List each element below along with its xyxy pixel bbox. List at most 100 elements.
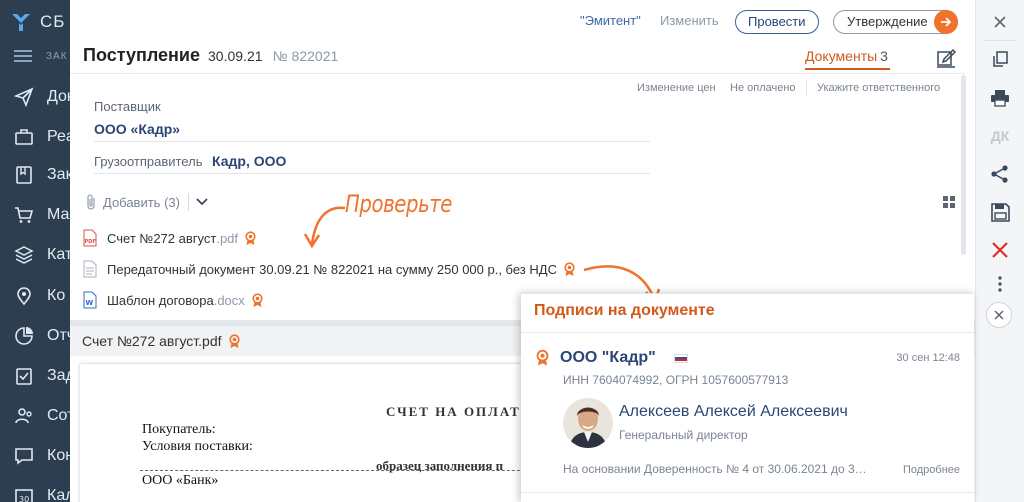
edit-document-icon[interactable] [935, 46, 957, 68]
signature-time: 30 сен 12:48 [896, 352, 960, 364]
org-requisites: ИНН 7604074992, ОГРН 1057600577913 [563, 373, 789, 387]
people-icon [14, 406, 34, 426]
meta-divider [806, 80, 807, 96]
divider [140, 470, 540, 471]
tab-underline [805, 68, 890, 70]
attachment-item[interactable]: Передаточный документ 30.09.21 № 822021 … [82, 260, 576, 278]
preview-title: Счет №272 август.pdf [82, 333, 241, 349]
sidebar-menu-toggle[interactable]: ЗАК [14, 50, 68, 62]
hamburger-icon [14, 50, 32, 62]
layers-icon [14, 245, 34, 265]
copy-icon[interactable] [988, 47, 1012, 71]
terms-line: Условия поставки: [142, 439, 253, 454]
price-change-link[interactable]: Изменение цен [637, 82, 716, 94]
chat-icon [14, 446, 34, 466]
save-icon[interactable] [988, 200, 1012, 224]
preview-title-text: Счет №272 август.pdf [82, 333, 222, 349]
sidebar-item-calendar[interactable]: 30 Кал [14, 483, 70, 502]
attachment-name: Шаблон договора [107, 292, 214, 308]
document-header: Поступление 30.09.21 № 822021 [83, 45, 338, 66]
signature-ribbon-icon[interactable] [251, 292, 264, 308]
sidebar-item-contractors[interactable]: Ко [14, 283, 65, 309]
right-toolbar: ДК [975, 0, 1024, 502]
signatures-popup: Подписи на документе ООО "Кадр" 30 сен 1… [521, 293, 974, 502]
arrow-right-icon [934, 10, 958, 34]
invoice-title: СЧЕТ НА ОПЛАТУ [386, 404, 533, 419]
attachment-item[interactable]: W Шаблон договора .docx [82, 291, 264, 309]
header-divider [70, 73, 965, 74]
close-icon[interactable] [988, 10, 1012, 34]
print-icon[interactable] [988, 86, 1012, 110]
attachment-name: Счет №272 август [107, 230, 217, 246]
russia-flag-icon [673, 353, 688, 363]
payment-status[interactable]: Не оплачено [730, 82, 796, 94]
signature-ribbon-icon[interactable] [244, 230, 257, 246]
org-name[interactable]: ООО "Кадр" [560, 349, 656, 367]
tab-documents-label: Документы [805, 48, 878, 64]
sidebar-item-reports[interactable]: Отч [14, 323, 70, 349]
change-link[interactable]: Изменить [660, 13, 719, 28]
sidebar-item-contacts[interactable]: Кон [14, 443, 70, 469]
sidebar-item-label: Зад [47, 367, 70, 384]
signature-ribbon-icon[interactable] [228, 333, 241, 349]
sidebar-item-purchases[interactable]: Зак [14, 162, 70, 188]
chevron-down-icon[interactable] [195, 197, 209, 207]
more-details-link[interactable]: Подробнее [903, 464, 960, 476]
popup-close-button[interactable] [986, 302, 1012, 328]
divider [984, 40, 1016, 41]
sample-line: образец заполнения п [376, 458, 504, 473]
sidebar-item-catalog[interactable]: Кат [14, 242, 70, 268]
sidebar-item-label: Реа [47, 128, 70, 145]
approval-label: Утверждение [847, 14, 928, 29]
sidebar-item-staff[interactable]: Сот [14, 403, 70, 429]
divider [521, 492, 974, 493]
sidebar-item-sales[interactable]: Реа [14, 124, 70, 150]
sidebar-item-tasks[interactable]: Зад [14, 363, 70, 389]
approval-button[interactable]: Утверждение [833, 10, 958, 34]
delete-icon[interactable] [988, 238, 1012, 262]
document-date: 30.09.21 [208, 48, 263, 64]
task-icon [14, 366, 34, 386]
add-attachment-button[interactable]: Добавить (3) [103, 195, 180, 210]
paper-plane-icon [14, 87, 34, 107]
svg-text:W: W [86, 299, 94, 307]
sidebar-item-label: Док [47, 88, 70, 105]
svg-text:PDF: PDF [85, 239, 96, 245]
attachment-item[interactable]: PDF Счет №272 август .pdf [82, 229, 257, 247]
tab-documents[interactable]: Документы 3 [805, 48, 890, 70]
document-file-icon [83, 260, 97, 278]
more-icon[interactable] [988, 272, 1012, 296]
avatar [563, 398, 613, 448]
logo-text: СБ [40, 12, 66, 31]
emitent-link[interactable]: "Эмитент" [580, 13, 641, 28]
field-divider [94, 141, 650, 142]
close-icon [994, 310, 1004, 320]
location-icon [14, 286, 34, 306]
signer-name[interactable]: Алексеев Алексей Алексеевич [619, 403, 848, 421]
signature-ribbon-icon[interactable] [563, 261, 576, 277]
attachment-ext: .pdf [216, 230, 239, 246]
tab-documents-count: 3 [880, 48, 888, 64]
add-attachment-row: Добавить (3) [84, 193, 209, 211]
word-file-icon: W [83, 291, 97, 309]
responsible-link[interactable]: Укажите ответственного [817, 82, 940, 94]
supplier-field[interactable]: ООО «Кадр» [94, 121, 180, 137]
post-button[interactable]: Провести [735, 10, 819, 34]
document-preview: СЧЕТ НА ОПЛАТУ Покупатель: Условия поста… [80, 364, 540, 502]
dk-icon[interactable]: ДК [988, 124, 1012, 148]
scrollbar[interactable] [961, 75, 966, 255]
shipper-field[interactable]: Кадр, ООО [212, 153, 286, 169]
dk-label: ДК [990, 128, 1010, 144]
sidebar-item-market[interactable]: Ма [14, 202, 69, 228]
buyer-line: Покупатель: [142, 422, 216, 437]
sidebar-item-documents[interactable]: Док [14, 84, 70, 110]
attachment-ext: .docx [213, 292, 245, 308]
signature-basis: На основании Доверенность № 4 от 30.06.2… [563, 462, 867, 476]
calendar-icon: 30 [14, 486, 34, 502]
share-icon[interactable] [988, 162, 1012, 186]
logo[interactable]: СБ [10, 8, 70, 36]
signature-ribbon-icon [536, 349, 549, 366]
grid-view-icon[interactable] [943, 196, 955, 208]
chart-icon [14, 326, 34, 346]
sidebar-item-label: Отч [47, 327, 70, 344]
